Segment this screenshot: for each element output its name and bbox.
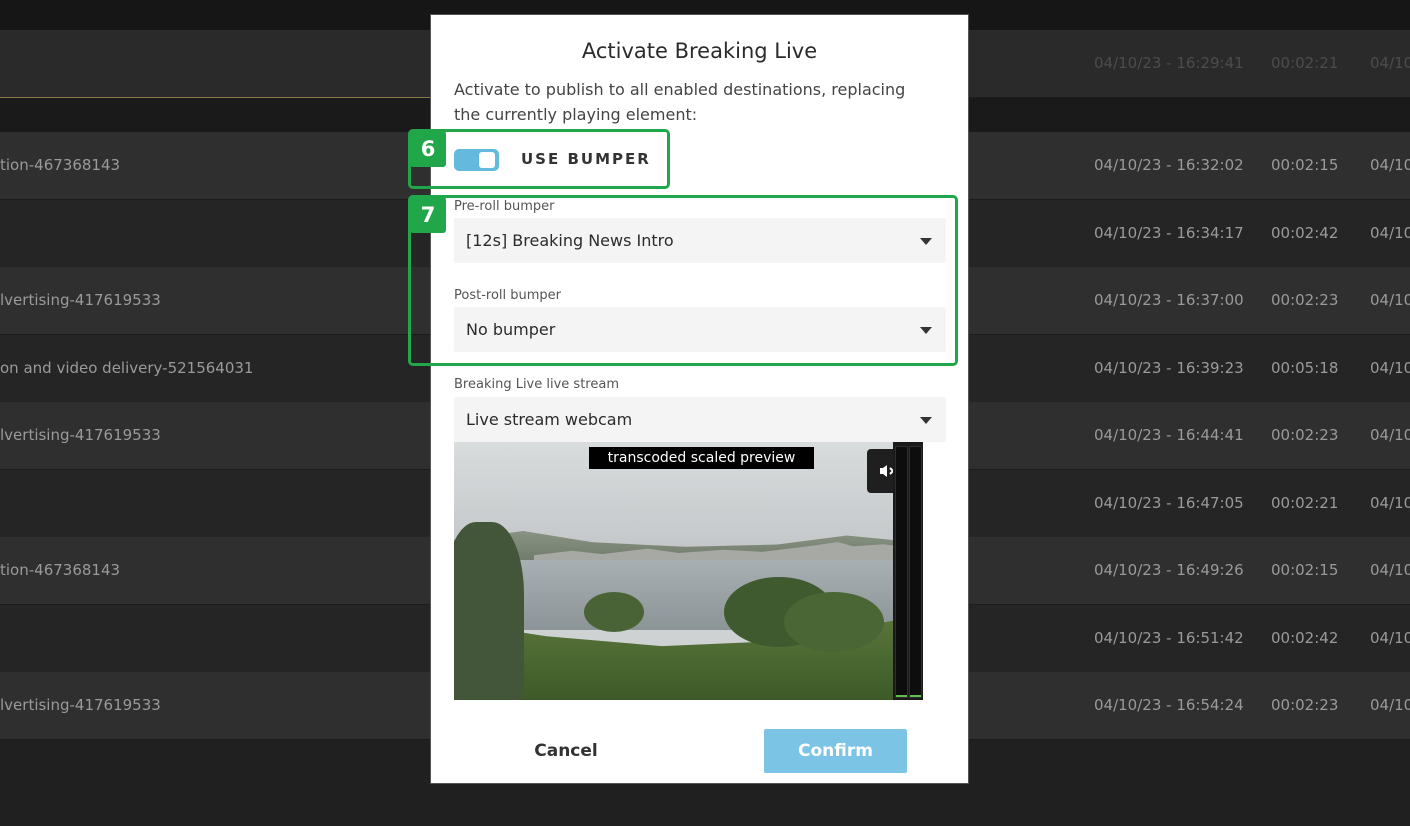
background-cell-duration: 00:02:15 xyxy=(1271,561,1339,579)
background-cell-duration: 00:05:18 xyxy=(1271,359,1339,377)
preview-trees xyxy=(784,592,884,652)
background-cell-tail: 04/10 xyxy=(1370,629,1410,647)
background-cell-duration: 00:02:21 xyxy=(1271,54,1339,72)
background-cell-duration: 00:02:42 xyxy=(1271,629,1339,647)
dialog-description: Activate to publish to all enabled desti… xyxy=(454,80,906,124)
background-cell-duration: 00:02:23 xyxy=(1271,696,1339,714)
background-cell-duration: 00:02:23 xyxy=(1271,426,1339,444)
preview-overlay-label: transcoded scaled preview xyxy=(589,447,814,469)
live-stream-select[interactable]: Live stream webcam xyxy=(454,397,946,442)
callout-box-6 xyxy=(408,129,670,189)
background-cell-date: 04/10/23 - 16:29:41 xyxy=(1094,54,1244,72)
background-cell-tail: 04/10 xyxy=(1370,359,1410,377)
background-cell-date: 04/10/23 - 16:39:23 xyxy=(1094,359,1244,377)
background-cell-name: lvertising-417619533 xyxy=(0,426,161,444)
background-cell-date: 04/10/23 - 16:44:41 xyxy=(1094,426,1244,444)
meter-channel-left xyxy=(895,446,908,698)
background-cell-duration: 00:02:21 xyxy=(1271,494,1339,512)
background-cell-duration: 00:02:42 xyxy=(1271,224,1339,242)
background-cell-duration: 00:02:23 xyxy=(1271,291,1339,309)
preview-trees xyxy=(584,592,644,632)
background-cell-tail: 04/10 xyxy=(1370,54,1410,72)
dialog-title: Activate Breaking Live xyxy=(581,39,818,63)
background-cell-tail: 04/10 xyxy=(1370,696,1410,714)
background-cell-date: 04/10/23 - 16:49:26 xyxy=(1094,561,1244,579)
callout-box-7 xyxy=(408,195,958,366)
background-cell-date: 04/10/23 - 16:34:17 xyxy=(1094,224,1244,242)
background-cell-date: 04/10/23 - 16:32:02 xyxy=(1094,156,1244,174)
background-cell-date: 04/10/23 - 16:47:05 xyxy=(1094,494,1244,512)
background-cell-name: lvertising-417619533 xyxy=(0,291,161,309)
callout-badge-7: 7 xyxy=(410,197,446,233)
background-cell-tail: 04/10 xyxy=(1370,494,1410,512)
background-cell-date: 04/10/23 - 16:37:00 xyxy=(1094,291,1244,309)
background-cell-tail: 04/10 xyxy=(1370,224,1410,242)
meter-level xyxy=(910,695,921,697)
background-cell-tail: 04/10 xyxy=(1370,426,1410,444)
background-cell-date: 04/10/23 - 16:54:24 xyxy=(1094,696,1244,714)
background-cell-tail: 04/10 xyxy=(1370,291,1410,309)
background-cell-name: on and video delivery-521564031 xyxy=(0,359,254,377)
cancel-button[interactable]: Cancel xyxy=(501,729,631,773)
stream-preview: transcoded scaled preview xyxy=(454,442,916,700)
background-cell-duration: 00:02:15 xyxy=(1271,156,1339,174)
background-cell-tail: 04/10 xyxy=(1370,156,1410,174)
background-cell-tail: 04/10 xyxy=(1370,561,1410,579)
stream-label: Breaking Live live stream xyxy=(454,377,619,392)
preview-trees xyxy=(454,522,524,700)
background-cell-name: tion-467368143 xyxy=(0,156,121,174)
meter-channel-right xyxy=(909,446,922,698)
confirm-button[interactable]: Confirm xyxy=(764,729,907,773)
meter-level xyxy=(896,695,907,697)
background-cell-date: 04/10/23 - 16:51:42 xyxy=(1094,629,1244,647)
live-stream-value: Live stream webcam xyxy=(466,410,633,429)
background-cell-name: lvertising-417619533 xyxy=(0,696,161,714)
caret-down-icon xyxy=(920,417,932,424)
audio-level-meter xyxy=(893,442,923,700)
callout-badge-6: 6 xyxy=(410,131,446,167)
background-cell-name: tion-467368143 xyxy=(0,561,121,579)
